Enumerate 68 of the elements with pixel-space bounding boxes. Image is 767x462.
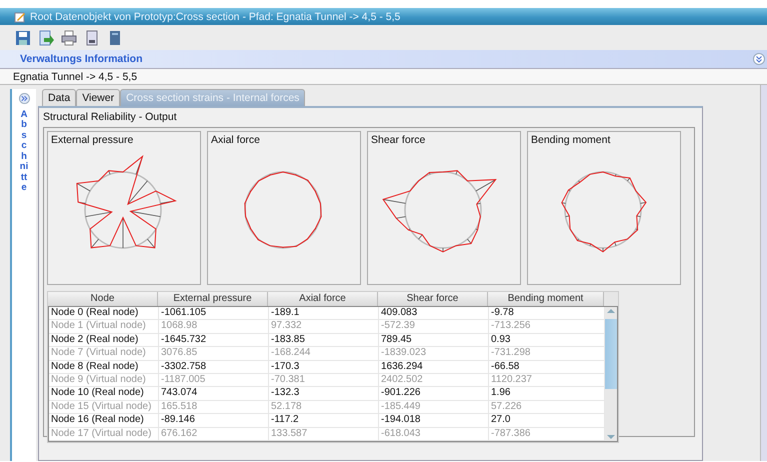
- table-cell: -1061.105: [159, 307, 269, 320]
- table-cell: 2402.502: [379, 374, 489, 386]
- table-cell: 165.518: [159, 400, 269, 414]
- column-header[interactable]: Axial force: [268, 292, 378, 306]
- tab[interactable]: Data: [42, 89, 76, 106]
- diagram-title: External pressure: [50, 133, 134, 148]
- table-cell: Node 2 (Real node): [49, 334, 159, 346]
- table-cell: -170.3: [269, 360, 379, 373]
- export-icon[interactable]: [38, 30, 54, 46]
- collapse-icon[interactable]: [753, 53, 765, 65]
- table-cell: 3076.85: [159, 347, 269, 360]
- table-cell: -194.018: [379, 414, 489, 427]
- column-header[interactable]: External pressure: [158, 292, 268, 306]
- path-text: Egnatia Tunnel -> 4,5 - 5,5: [13, 70, 138, 82]
- panel-title: Structural Reliability - Output: [43, 111, 178, 123]
- table-cell: Node 15 (Virtual node): [49, 400, 159, 414]
- table-cell: -117.2: [269, 414, 379, 427]
- table-cell: 409.083: [379, 307, 489, 320]
- print-icon[interactable]: [61, 30, 77, 46]
- table-cell: 743.074: [159, 387, 269, 400]
- tab[interactable]: Viewer: [76, 89, 120, 106]
- column-header[interactable]: Bending moment: [488, 292, 604, 306]
- scrollbar[interactable]: [605, 307, 617, 441]
- document-icon[interactable]: [84, 30, 100, 46]
- table-cell: Node 16 (Real node): [49, 414, 159, 427]
- table-cell: -189.1: [269, 307, 379, 320]
- table-cell: -901.226: [379, 387, 489, 400]
- diagram-title: Bending moment: [530, 133, 612, 148]
- table-cell: Node 8 (Real node): [49, 360, 159, 373]
- table-cell: Node 7 (Virtual node): [49, 347, 159, 360]
- section-header[interactable]: Verwaltungs Information: [0, 50, 767, 69]
- table-cell: -70.381: [269, 374, 379, 386]
- sidebar-tab[interactable]: Abschnitte: [19, 110, 29, 194]
- table-cell: 52.178: [269, 400, 379, 414]
- save-icon[interactable]: [15, 30, 31, 46]
- table-cell: -168.244: [269, 347, 379, 360]
- table-cell: 676.162: [159, 428, 269, 440]
- table-cell: Node 0 (Real node): [49, 307, 159, 320]
- table-cell: 1636.294: [379, 360, 489, 373]
- book-icon[interactable]: [107, 30, 123, 46]
- table-cell: -132.3: [269, 387, 379, 400]
- table-cell: 789.45: [379, 334, 489, 346]
- pencil-icon: [14, 10, 26, 22]
- table-cell: -1645.732: [159, 334, 269, 346]
- table-cell: 1068.98: [159, 320, 269, 333]
- diagram-title: Shear force: [370, 133, 426, 148]
- column-header[interactable]: Shear force: [378, 292, 488, 306]
- table-cell: 133.587: [269, 428, 379, 440]
- table-cell: -572.39: [379, 320, 489, 333]
- table-cell: Node 9 (Virtual node): [49, 374, 159, 386]
- table-cell: -618.043: [379, 428, 489, 440]
- table-cell: Node 17 (Virtual node): [49, 428, 159, 440]
- table-cell: -3302.758: [159, 360, 269, 373]
- scroll-thumb[interactable]: [605, 319, 617, 389]
- table-cell: Node 10 (Real node): [49, 387, 159, 400]
- table-cell: -1839.023: [379, 347, 489, 360]
- diagram-title: Axial force: [210, 133, 262, 148]
- table-cell: 97.332: [269, 320, 379, 333]
- window-scrollbar[interactable]: [760, 85, 767, 461]
- window-title: Root Datenobjekt von Prototyp:Cross section - Pfad: Egnatia Tunnel -> 4,5 - 5,5: [30, 10, 400, 22]
- table-cell: -183.85: [269, 334, 379, 346]
- table-cell: -89.146: [159, 414, 269, 427]
- expand-icon[interactable]: [18, 93, 30, 104]
- table-cell: -1187.005: [159, 374, 269, 386]
- section-title: Verwaltungs Information: [20, 53, 143, 65]
- table-cell: Node 1 (Virtual node): [49, 320, 159, 333]
- column-header[interactable]: Node: [48, 292, 158, 306]
- table-cell: -185.449: [379, 400, 489, 414]
